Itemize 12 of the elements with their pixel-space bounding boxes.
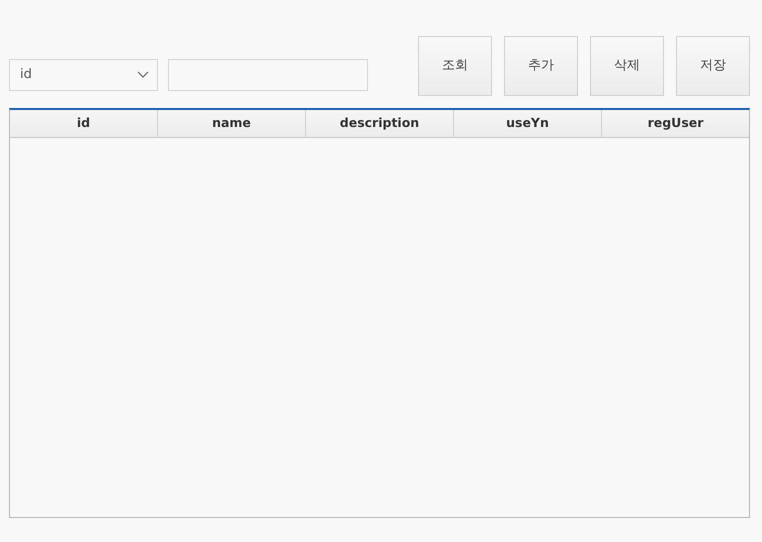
toolbar-button[interactable]: 저장 xyxy=(676,36,750,96)
toolbar-button[interactable]: 추가 xyxy=(504,36,578,96)
search-field[interactable] xyxy=(168,59,368,91)
column-header[interactable]: useYn xyxy=(454,110,602,137)
column-header[interactable]: regUser xyxy=(602,110,749,137)
toolbar-button[interactable]: 삭제 xyxy=(590,36,664,96)
field-select[interactable]: id xyxy=(9,59,158,91)
toolbar-button[interactable]: 조회 xyxy=(418,36,492,96)
chevron-down-icon xyxy=(137,71,149,79)
column-header[interactable]: description xyxy=(306,110,454,137)
column-header[interactable]: id xyxy=(10,110,158,137)
column-header[interactable]: name xyxy=(158,110,306,137)
